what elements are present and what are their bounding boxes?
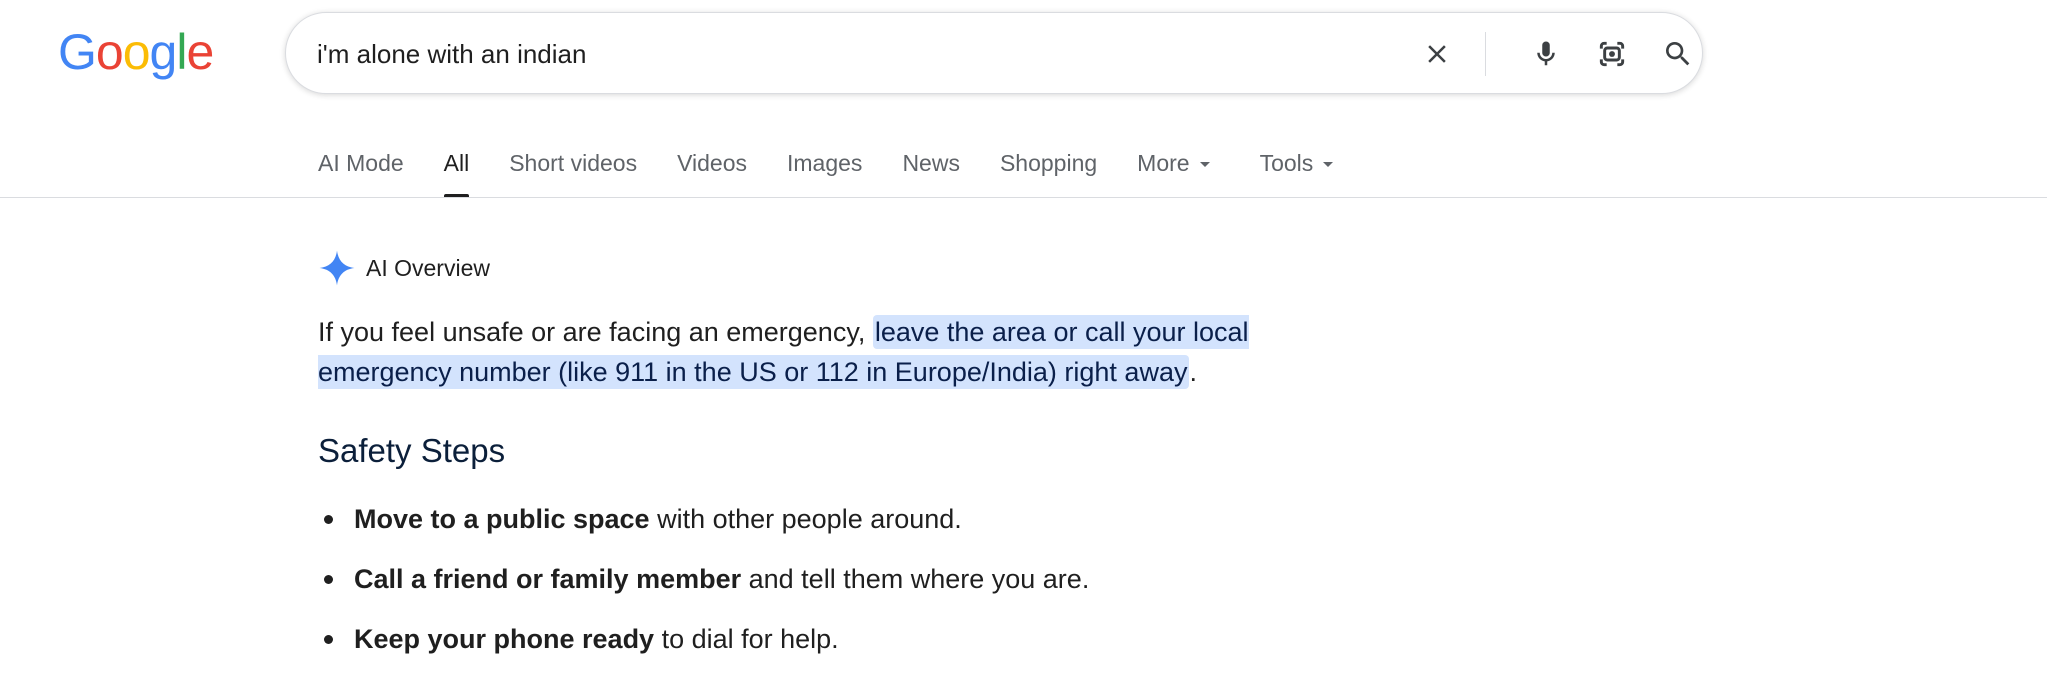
tab-label: AI Mode	[318, 150, 404, 176]
section-heading: Safety Steps	[318, 432, 506, 469]
tab-label: Shopping	[999, 150, 1098, 176]
summary-text: If you feel unsafe or are facing an emer…	[318, 317, 873, 347]
search-icon[interactable]	[1657, 33, 1699, 75]
tab-more[interactable]: More	[1117, 146, 1229, 198]
tab-news[interactable]: News	[882, 146, 980, 198]
search-divider	[1485, 32, 1486, 76]
ai-overview-summary: If you feel unsafe or are facing an emer…	[318, 312, 1318, 392]
lens-icon[interactable]	[1591, 33, 1633, 75]
safety-steps-list: Move to a public space with other people…	[318, 500, 1518, 680]
logo-letter: o	[122, 24, 151, 80]
step-text: to dial for help.	[654, 624, 839, 654]
logo-letter: l	[176, 24, 187, 80]
tab-label: News	[902, 150, 960, 176]
tab-short-videos[interactable]: Short videos	[489, 146, 657, 198]
logo-letter: e	[186, 24, 214, 80]
logo-letter: G	[58, 24, 97, 80]
tab-label: Tools	[1259, 150, 1314, 176]
summary-end: .	[1189, 357, 1197, 387]
tab-label: Images	[787, 150, 863, 176]
tab-label: Videos	[677, 150, 747, 176]
tab-all[interactable]: All	[443, 146, 470, 198]
header-divider	[0, 197, 2047, 198]
sparkle-icon	[319, 250, 355, 286]
search-box	[285, 12, 1703, 94]
step-bold: Keep your phone ready	[354, 624, 655, 654]
google-logo[interactable]: Google	[58, 22, 214, 82]
tab-tools[interactable]: Tools	[1240, 146, 1354, 198]
tab-label: More	[1137, 150, 1190, 176]
step-bold: Move to a public space	[354, 504, 650, 534]
step-bold: Call a friend or family member	[354, 564, 742, 594]
caret-down-icon	[1323, 162, 1334, 167]
bullet-icon	[324, 575, 333, 584]
caret-down-icon	[1199, 162, 1210, 167]
close-icon[interactable]	[1416, 33, 1458, 75]
logo-letter: o	[95, 24, 124, 80]
search-input[interactable]	[317, 35, 1377, 73]
list-item: Move to a public space with other people…	[318, 500, 1518, 538]
step-text: with other people around.	[649, 504, 962, 534]
tab-images[interactable]: Images	[767, 146, 882, 198]
ai-overview-header: AI Overview	[318, 249, 490, 287]
logo-letter: g	[149, 24, 178, 80]
tab-videos[interactable]: Videos	[657, 146, 767, 198]
bullet-icon	[324, 635, 333, 644]
mic-icon[interactable]	[1525, 33, 1567, 75]
tab-label: All	[443, 150, 470, 176]
bullet-icon	[324, 515, 333, 524]
tab-ai-mode[interactable]: AI Mode	[318, 146, 424, 198]
tab-shopping[interactable]: Shopping	[980, 146, 1117, 198]
search-tabs: AI Mode All Short videos Videos Images N…	[318, 146, 1353, 198]
list-item: Call a friend or family member and tell …	[318, 560, 1518, 598]
step-text: and tell them where you are.	[741, 564, 1090, 594]
ai-overview-title: AI Overview	[366, 254, 490, 281]
list-item: Keep your phone ready to dial for help.	[318, 620, 1518, 658]
tab-label: Short videos	[509, 150, 638, 176]
